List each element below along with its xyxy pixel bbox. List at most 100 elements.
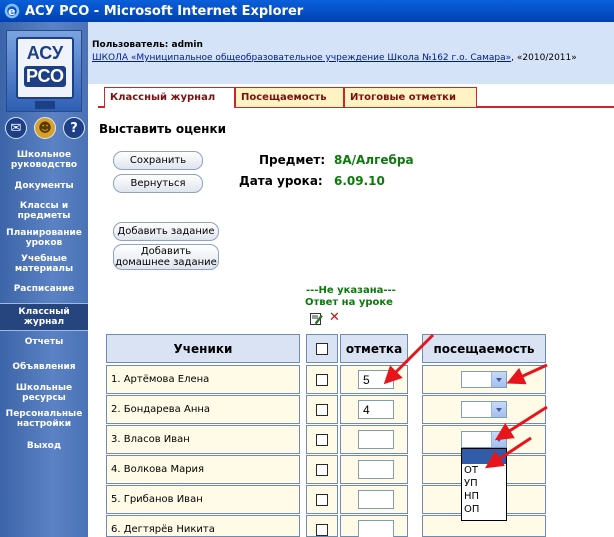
sidebar-item-reports[interactable]: Отчеты — [0, 337, 88, 347]
add-task-button[interactable]: Добавить задание — [113, 222, 219, 241]
sidebar: АСУ РСО ✉ ☻ ? — [0, 22, 88, 537]
tab-attendance[interactable]: Посещаемость — [235, 87, 344, 107]
mark-cell — [340, 485, 408, 514]
attendance-select-open[interactable] — [461, 431, 507, 448]
row-checkbox-cell — [306, 485, 338, 514]
tab-label: Итоговые отметки — [350, 92, 456, 103]
mark-input[interactable] — [358, 460, 394, 479]
dropdown-option-ot[interactable]: ОТ — [462, 464, 506, 477]
mail-icon[interactable]: ✉ — [5, 117, 27, 139]
sidebar-item-school-management[interactable]: Школьное руководство — [0, 150, 88, 170]
student-name: 1. Артёмова Елена — [106, 365, 300, 394]
mark-cell — [340, 515, 408, 537]
back-button[interactable]: Вернуться — [113, 174, 203, 193]
row-checkbox[interactable] — [316, 464, 328, 476]
sidebar-item-learning-materials[interactable]: Учебные материалы — [0, 254, 88, 274]
mark-input[interactable]: 5 — [358, 370, 394, 389]
ie-icon: e — [4, 3, 20, 19]
sidebar-item-personal-settings[interactable]: Персональные настройки — [0, 409, 88, 429]
current-user: Пользователь: admin — [92, 40, 203, 50]
dropdown-option-op[interactable]: ОП — [462, 503, 506, 516]
logo-text-line1: АСУ — [26, 43, 64, 63]
sidebar-item-documents[interactable]: Документы — [0, 181, 88, 191]
tab-label: Посещаемость — [241, 92, 327, 103]
answer-in-class-label: Ответ на уроке — [305, 297, 393, 308]
delete-icon[interactable]: ✕ — [329, 311, 340, 325]
students-column-header: Ученики — [106, 334, 300, 363]
mark-cell: 4 — [340, 395, 408, 424]
mark-cell — [340, 455, 408, 484]
users-icon[interactable]: ☻ — [34, 117, 56, 139]
sidebar-item-label: Планирование уроков — [6, 228, 82, 248]
student-name: 3. Власов Иван — [106, 425, 300, 454]
attendance-cell — [422, 365, 546, 394]
row-checkbox-cell — [306, 395, 338, 424]
help-icon[interactable]: ? — [63, 117, 85, 139]
subject-label: Предмет: — [259, 153, 326, 167]
select-all-header — [306, 334, 338, 363]
row-checkbox-cell — [306, 455, 338, 484]
sidebar-item-label: Документы — [14, 181, 74, 191]
school-year: «2010/2011» — [516, 53, 577, 63]
mark-input[interactable] — [358, 490, 394, 509]
sidebar-item-label: Выход — [26, 441, 62, 451]
sidebar-item-class-journal[interactable]: Классный журнал — [0, 303, 88, 331]
sidebar-item-label: Учебные материалы — [14, 254, 74, 274]
sidebar-top-icons: ✉ ☻ ? — [5, 117, 85, 139]
mark-input[interactable]: 4 — [358, 400, 394, 419]
dropdown-option-empty[interactable] — [462, 449, 506, 464]
sidebar-item-announcements[interactable]: Объявления — [0, 362, 88, 372]
row-checkbox[interactable] — [316, 404, 328, 416]
row-checkbox[interactable] — [316, 374, 328, 386]
edit-icon[interactable] — [310, 313, 323, 325]
chevron-down-icon — [491, 432, 506, 447]
mark-cell — [340, 425, 408, 454]
svg-text:e: e — [8, 5, 15, 18]
dropdown-option-up[interactable]: УП — [462, 477, 506, 490]
student-name: 6. Дегтярёв Никита — [106, 515, 300, 537]
sidebar-item-schedule[interactable]: Расписание — [0, 284, 88, 294]
chevron-down-icon — [491, 402, 506, 417]
mark-input[interactable] — [358, 430, 394, 449]
mark-column-header: отметка — [340, 334, 408, 363]
row-checkbox[interactable] — [316, 524, 328, 536]
attendance-dropdown-list: ОТ УП НП ОП — [461, 448, 507, 521]
sidebar-item-label: Объявления — [12, 362, 76, 372]
app-logo[interactable]: АСУ РСО — [6, 30, 82, 112]
row-checkbox-cell — [306, 425, 338, 454]
sidebar-item-lesson-planning[interactable]: Планирование уроков — [0, 228, 88, 248]
attendance-column-header: посещаемость — [422, 334, 546, 363]
save-button[interactable]: Сохранить — [113, 151, 203, 170]
task-type-header: ---Не указана--- Ответ на уроке — [305, 285, 396, 309]
row-checkbox[interactable] — [316, 434, 328, 446]
mark-cell: 5 — [340, 365, 408, 394]
sidebar-item-label: Школьные ресурсы — [15, 383, 73, 403]
attendance-select[interactable] — [461, 371, 507, 388]
not-specified-label: ---Не указана--- — [306, 285, 396, 296]
sidebar-item-label: Классный журнал — [18, 307, 70, 327]
chevron-down-icon — [491, 372, 506, 387]
add-homework-line1: Добавить — [140, 246, 192, 257]
row-checkbox-cell — [306, 365, 338, 394]
school-info: ШКОЛА «Муниципальное общеобразовательное… — [92, 53, 577, 63]
school-link[interactable]: ШКОЛА «Муниципальное общеобразовательное… — [92, 53, 511, 63]
sidebar-item-label: Расписание — [13, 284, 75, 294]
sidebar-item-classes-subjects[interactable]: Классы и предметы — [0, 201, 88, 221]
page-header: Пользователь: admin ШКОЛА «Муниципальное… — [88, 22, 614, 84]
dropdown-option-np[interactable]: НП — [462, 490, 506, 503]
attendance-cell — [422, 395, 546, 424]
tab-class-journal[interactable]: Классный журнал — [104, 87, 235, 108]
add-homework-button[interactable]: Добавить домашнее задание — [113, 244, 219, 270]
student-name: 2. Бондарева Анна — [106, 395, 300, 424]
page-title: Выставить оценки — [99, 122, 227, 136]
sidebar-item-logout[interactable]: Выход — [0, 441, 88, 451]
sidebar-item-school-resources[interactable]: Школьные ресурсы — [0, 383, 88, 403]
student-name: 5. Грибанов Иван — [106, 485, 300, 514]
mark-input[interactable] — [358, 520, 394, 537]
attendance-select[interactable] — [461, 401, 507, 418]
row-checkbox[interactable] — [316, 494, 328, 506]
tab-final-marks[interactable]: Итоговые отметки — [344, 87, 477, 107]
lesson-date-value: 6.09.10 — [334, 174, 385, 188]
select-all-checkbox[interactable] — [316, 343, 328, 355]
tab-label: Классный журнал — [110, 92, 216, 103]
